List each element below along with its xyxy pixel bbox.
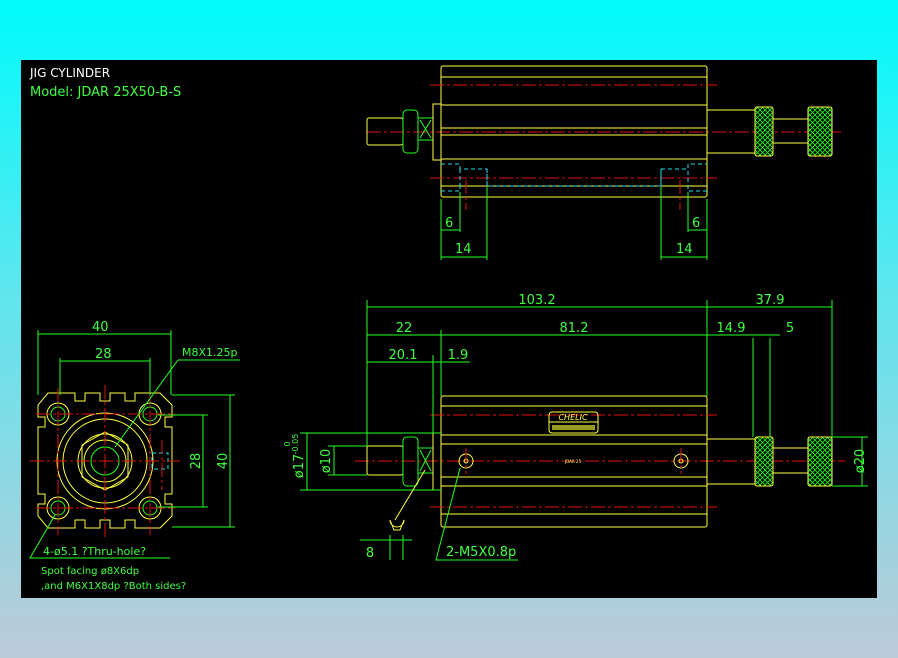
- dim-side-height-40: 40: [216, 453, 231, 470]
- port-label: 2-M5X0.8p: [446, 545, 516, 560]
- drawing-title: JIG CYLINDER: [29, 66, 110, 80]
- dim-rod-diameter: ø10: [319, 449, 334, 474]
- dim-rod-length: 22: [396, 321, 413, 336]
- dim-wrench-size: 8: [366, 546, 374, 561]
- dim-side-height-28: 28: [189, 453, 204, 470]
- brand-label: CHELIC: [558, 413, 587, 422]
- dim-side-width-28: 28: [95, 347, 112, 362]
- dim-overall-length: 103.2: [518, 293, 555, 308]
- dim-top-left-14: 14: [455, 242, 472, 257]
- dim-side-width-40: 40: [92, 320, 109, 335]
- dim-bore-diameter: ø17: [292, 454, 307, 479]
- dim-top-left-6: 6: [445, 216, 453, 231]
- body-mark: JDAR 25: [564, 459, 582, 464]
- bore-tolerance-lower: -0.05: [291, 434, 300, 455]
- note-line-3: ,and M6X1X8dp ?Both sides?: [41, 581, 186, 592]
- dim-knob-length: 14.9: [717, 321, 746, 336]
- dim-body-length: 81.2: [560, 321, 589, 336]
- dim-top-right-6: 6: [692, 216, 700, 231]
- cad-drawing: JIG CYLINDER Model: JDAR 25X50-B-S 6 14 …: [21, 60, 877, 598]
- note-line-1: 4-ø5.1 ?Thru-hole?: [43, 545, 146, 558]
- model-label: Model: JDAR 25X50-B-S: [30, 85, 181, 100]
- dim-nut-position: 20.1: [389, 348, 418, 363]
- dim-knob-width: 5: [786, 321, 794, 336]
- dim-knob-diameter: ø20: [853, 449, 868, 474]
- drawing-canvas: [21, 60, 877, 598]
- dim-right-extension: 37.9: [756, 293, 785, 308]
- dim-flange: 1.9: [448, 348, 469, 363]
- thread-label: M8X1.25p: [182, 346, 238, 359]
- note-line-2: Spot facing ø8X6dp: [41, 566, 139, 577]
- dim-top-right-14: 14: [676, 242, 693, 257]
